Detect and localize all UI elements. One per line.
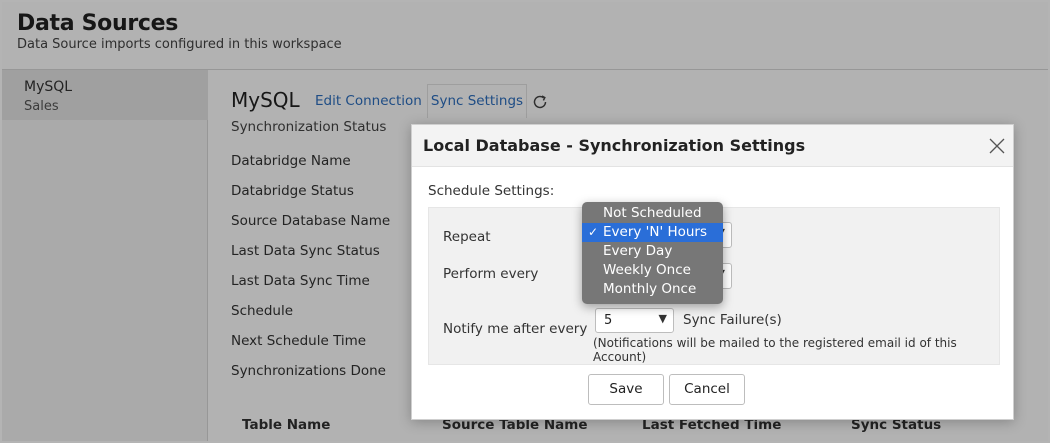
notify-count-select[interactable]: 5 ▼ (595, 308, 674, 333)
repeat-option-every-day[interactable]: Every Day (582, 242, 723, 261)
repeat-option-label: Every Day (603, 243, 673, 259)
save-button[interactable]: Save (588, 374, 664, 405)
schedule-settings-label: Schedule Settings: (428, 183, 555, 199)
repeat-option-every-n-hours[interactable]: ✓ Every 'N' Hours (582, 223, 723, 242)
repeat-dropdown-menu: Not Scheduled ✓ Every 'N' Hours Every Da… (582, 202, 723, 304)
checkmark-icon: ✓ (588, 225, 599, 239)
repeat-option-not-scheduled[interactable]: Not Scheduled (582, 204, 723, 223)
repeat-option-label: Monthly Once (603, 281, 697, 297)
notify-label: Notify me after every (443, 321, 588, 337)
cancel-button[interactable]: Cancel (669, 374, 745, 405)
repeat-label: Repeat (443, 229, 491, 245)
repeat-option-label: Not Scheduled (603, 205, 702, 221)
sync-failure-label: Sync Failure(s) (683, 312, 782, 328)
repeat-option-label: Every 'N' Hours (603, 224, 708, 240)
dialog-header: Local Database - Synchronization Setting… (412, 125, 1013, 167)
repeat-option-weekly-once[interactable]: Weekly Once (582, 261, 723, 280)
close-icon[interactable] (988, 137, 1006, 155)
app-window: Data Sources Data Source imports configu… (0, 0, 1050, 443)
notify-count-value: 5 (604, 313, 613, 328)
notification-note: (Notifications will be mailed to the reg… (593, 336, 957, 364)
chevron-down-icon: ▼ (658, 312, 667, 325)
repeat-option-label: Weekly Once (603, 262, 691, 278)
perform-every-label: Perform every (443, 266, 539, 282)
dialog-title: Local Database - Synchronization Setting… (423, 136, 806, 155)
repeat-option-monthly-once[interactable]: Monthly Once (582, 280, 723, 299)
